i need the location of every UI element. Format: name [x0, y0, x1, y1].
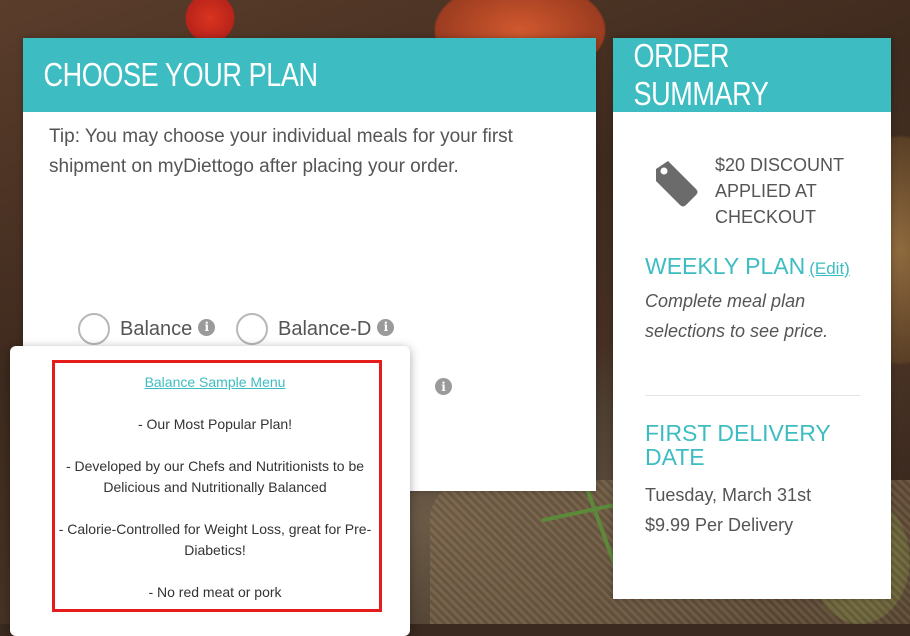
delivery-price: $9.99 Per Delivery	[645, 515, 794, 535]
weekly-plan-note: Complete meal plan selections to see pri…	[645, 291, 829, 341]
divider	[645, 395, 860, 396]
popover-line: - Our Most Popular Plan!	[137, 416, 293, 432]
popover-line: - No red meat or pork	[148, 584, 282, 600]
popover-line: - Developed by our Chefs and Nutritionis…	[65, 458, 365, 495]
plan-option-label: Balance	[120, 317, 193, 340]
choose-plan-title: CHOOSE YOUR PLAN	[43, 56, 319, 93]
weekly-plan-heading: WEEKLY PLAN (Edit)	[645, 253, 850, 280]
order-summary-title: ORDER SUMMARY	[633, 37, 769, 112]
info-icon[interactable]: i	[435, 378, 452, 395]
tip-text: Tip: You may choose your individual meal…	[49, 126, 513, 177]
order-summary-header: ORDER SUMMARY	[613, 37, 891, 112]
sample-menu-link[interactable]: Balance Sample Menu	[145, 374, 286, 390]
edit-link[interactable]: (Edit)	[809, 259, 850, 278]
plan-option-balance[interactable]: Balance i	[78, 313, 216, 345]
discount-text: $20 DISCOUNT APPLIED AT CHECKOUT	[715, 155, 844, 227]
delivery-date: Tuesday, March 31st	[645, 485, 812, 505]
info-icon[interactable]: i	[198, 318, 216, 336]
first-delivery-heading: FIRST DELIVERY DATE	[645, 420, 831, 470]
choose-plan-header: CHOOSE YOUR PLAN	[23, 38, 596, 112]
radio-button[interactable]	[236, 313, 268, 345]
weekly-plan-label: WEEKLY PLAN	[645, 253, 806, 279]
price-tag-icon	[656, 161, 698, 207]
delivery-info: Tuesday, March 31st $9.99 Per Delivery	[645, 480, 811, 540]
popover-content: Balance Sample Menu - Our Most Popular P…	[52, 372, 378, 603]
plan-option-label: Balance-D	[278, 317, 372, 340]
radio-button[interactable]	[78, 313, 110, 345]
info-icon[interactable]: i	[377, 318, 395, 336]
plan-option-balance-d[interactable]: Balance-D i	[236, 313, 395, 345]
popover-line: - Calorie-Controlled for Weight Loss, gr…	[58, 521, 372, 558]
